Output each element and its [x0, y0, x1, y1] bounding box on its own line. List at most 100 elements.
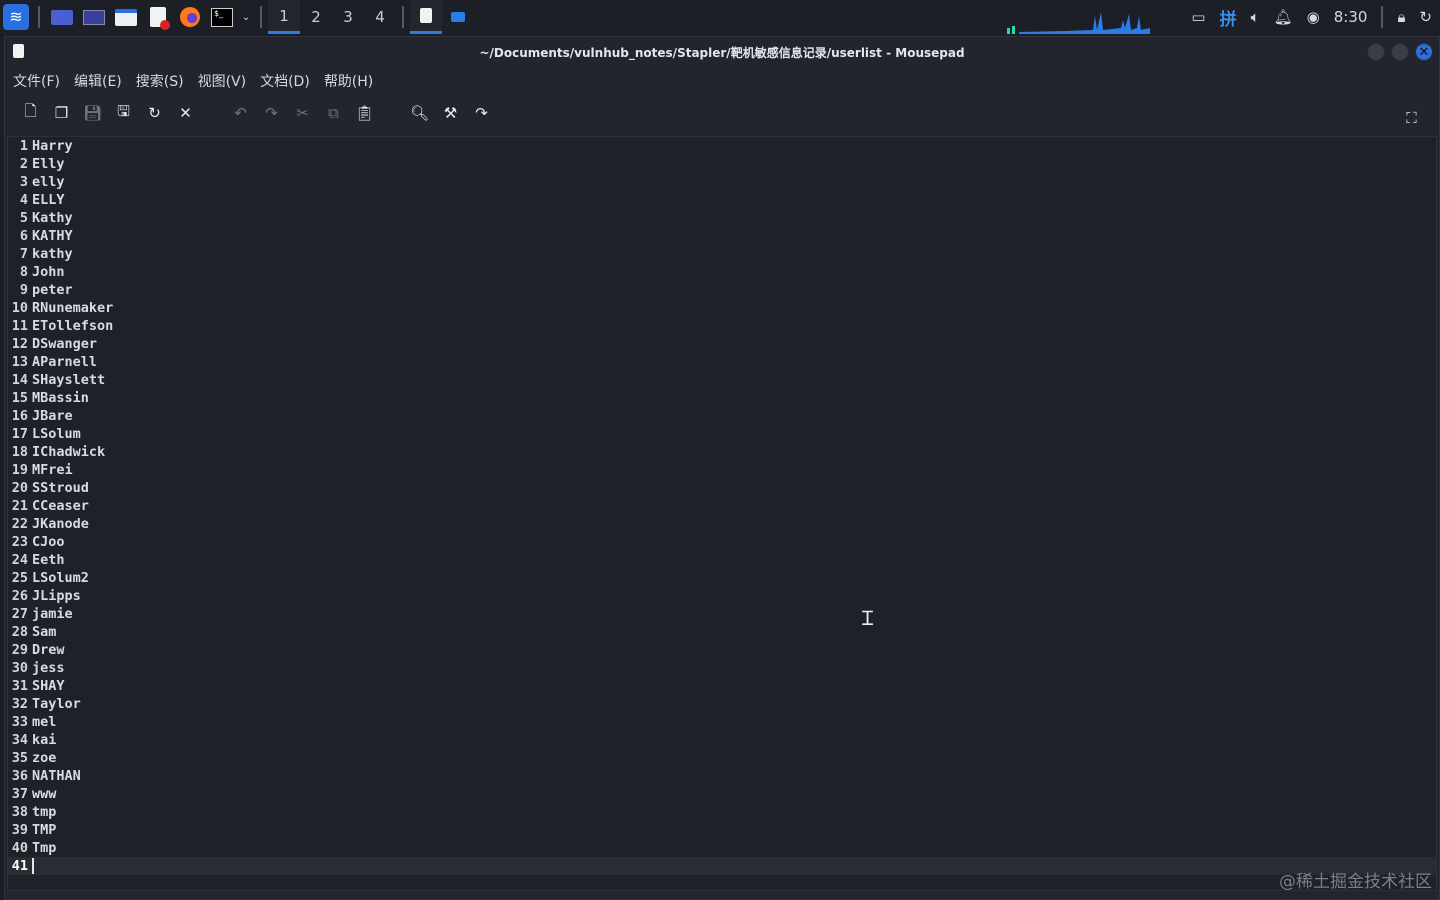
- logout-icon[interactable]: ↻: [1419, 8, 1432, 26]
- menu-help[interactable]: 帮助(H): [324, 71, 373, 91]
- menu-document[interactable]: 文档(D): [260, 71, 310, 91]
- show-desktop-icon[interactable]: [46, 0, 78, 34]
- find-replace-icon[interactable]: ⚒: [435, 98, 466, 128]
- editor-line[interactable]: 17 LSolum: [8, 425, 1436, 443]
- editor-line[interactable]: 2 Elly: [8, 155, 1436, 173]
- line-text[interactable]: IChadwick: [32, 443, 105, 461]
- editor-line[interactable]: 27 jamie: [8, 605, 1436, 623]
- editor-line[interactable]: 30 jess: [8, 659, 1436, 677]
- editor-line[interactable]: 1 Harry: [8, 137, 1436, 155]
- text-editor[interactable]: 1 Harry 2 Elly 3 elly 4 ELLY 5 Kathy 6 KATHY 7 kathy 8…: [7, 136, 1437, 891]
- editor-line[interactable]: 10 RNunemaker: [8, 299, 1436, 317]
- line-text[interactable]: MBassin: [32, 389, 89, 407]
- line-text[interactable]: jess: [32, 659, 65, 677]
- editor-line[interactable]: 40 Tmp: [8, 839, 1436, 857]
- save-as-icon[interactable]: 🖫: [108, 98, 139, 128]
- editor-line[interactable]: 11 ETollefson: [8, 317, 1436, 335]
- workspace-2[interactable]: 2: [300, 0, 332, 34]
- line-text[interactable]: jamie: [32, 605, 73, 623]
- line-text[interactable]: Sam: [32, 623, 56, 641]
- line-text[interactable]: RNunemaker: [32, 299, 113, 317]
- menu-edit[interactable]: 编辑(E): [74, 71, 122, 91]
- menu-search[interactable]: 搜索(S): [136, 71, 184, 91]
- line-text[interactable]: CJoo: [32, 533, 65, 551]
- search-icon[interactable]: 🔍︎: [404, 98, 435, 128]
- save-icon[interactable]: 💾︎: [77, 98, 108, 128]
- file-manager-icon[interactable]: [110, 0, 142, 34]
- copy-icon[interactable]: ⧉: [318, 98, 349, 128]
- task-file-manager[interactable]: [442, 0, 474, 34]
- line-text[interactable]: elly: [32, 173, 65, 191]
- editor-line[interactable]: 24 Eeth: [8, 551, 1436, 569]
- line-text[interactable]: ETollefson: [32, 317, 113, 335]
- fullscreen-icon[interactable]: ⛶: [1396, 103, 1427, 133]
- editor-line[interactable]: 15 MBassin: [8, 389, 1436, 407]
- close-document-icon[interactable]: ✕: [170, 98, 201, 128]
- line-text[interactable]: kathy: [32, 245, 73, 263]
- editor-line[interactable]: 29 Drew: [8, 641, 1436, 659]
- editor-line[interactable]: 8 John: [8, 263, 1436, 281]
- line-text[interactable]: KATHY: [32, 227, 73, 245]
- screenshot-icon[interactable]: [78, 0, 110, 34]
- line-text[interactable]: Tmp: [32, 839, 56, 857]
- editor-line[interactable]: 13 AParnell: [8, 353, 1436, 371]
- editor-line[interactable]: 5 Kathy: [8, 209, 1436, 227]
- line-text[interactable]: Drew: [32, 641, 65, 659]
- line-text[interactable]: NATHAN: [32, 767, 81, 785]
- clock[interactable]: 8:30: [1334, 8, 1368, 26]
- lock-icon[interactable]: 🔒︎: [1397, 8, 1405, 26]
- close-button[interactable]: ✕: [1415, 43, 1433, 61]
- line-text[interactable]: kai: [32, 731, 56, 749]
- editor-line[interactable]: 31 SHAY: [8, 677, 1436, 695]
- editor-line[interactable]: 41: [8, 857, 1436, 875]
- line-text[interactable]: JBare: [32, 407, 73, 425]
- line-text[interactable]: John: [32, 263, 65, 281]
- line-text[interactable]: ELLY: [32, 191, 65, 209]
- minimize-button[interactable]: [1367, 43, 1385, 61]
- editor-line[interactable]: 3 elly: [8, 173, 1436, 191]
- editor-line[interactable]: 38 tmp: [8, 803, 1436, 821]
- text-editor-icon[interactable]: [142, 0, 174, 34]
- line-text[interactable]: LSolum: [32, 425, 81, 443]
- task-mousepad[interactable]: [410, 0, 442, 34]
- kali-menu-icon[interactable]: ≋: [0, 0, 32, 34]
- line-text[interactable]: zoe: [32, 749, 56, 767]
- line-text[interactable]: peter: [32, 281, 73, 299]
- menu-view[interactable]: 视图(V): [198, 71, 247, 91]
- line-text[interactable]: DSwanger: [32, 335, 97, 353]
- editor-line[interactable]: 35 zoe: [8, 749, 1436, 767]
- editor-line[interactable]: 36 NATHAN: [8, 767, 1436, 785]
- editor-line[interactable]: 12 DSwanger: [8, 335, 1436, 353]
- editor-line[interactable]: 4 ELLY: [8, 191, 1436, 209]
- line-text[interactable]: MFrei: [32, 461, 73, 479]
- editor-line[interactable]: 23 CJoo: [8, 533, 1436, 551]
- editor-line[interactable]: 19 MFrei: [8, 461, 1436, 479]
- line-text[interactable]: AParnell: [32, 353, 97, 371]
- undo-icon[interactable]: ↶: [225, 98, 256, 128]
- editor-line[interactable]: 37 www: [8, 785, 1436, 803]
- editor-line[interactable]: 39 TMP: [8, 821, 1436, 839]
- line-text[interactable]: Harry: [32, 137, 73, 155]
- editor-line[interactable]: 7 kathy: [8, 245, 1436, 263]
- workspace-3[interactable]: 3: [332, 0, 364, 34]
- editor-line[interactable]: 32 Taylor: [8, 695, 1436, 713]
- line-text[interactable]: SHayslett: [32, 371, 105, 389]
- reload-icon[interactable]: ↻: [139, 98, 170, 128]
- chevron-down-icon[interactable]: ⌄: [238, 0, 254, 34]
- editor-line[interactable]: 26 JLipps: [8, 587, 1436, 605]
- line-text[interactable]: Elly: [32, 155, 65, 173]
- editor-line[interactable]: 9 peter: [8, 281, 1436, 299]
- menu-file[interactable]: 文件(F): [13, 71, 60, 91]
- maximize-button[interactable]: [1391, 43, 1409, 61]
- line-text[interactable]: JKanode: [32, 515, 89, 533]
- editor-line[interactable]: 34 kai: [8, 731, 1436, 749]
- line-text[interactable]: SHAY: [32, 677, 65, 695]
- volume-icon[interactable]: 🔈︎: [1251, 8, 1260, 26]
- editor-line[interactable]: 18 IChadwick: [8, 443, 1436, 461]
- editor-line[interactable]: 20 SStroud: [8, 479, 1436, 497]
- line-text[interactable]: Taylor: [32, 695, 81, 713]
- new-window-icon[interactable]: ❐: [46, 98, 77, 128]
- workspace-4[interactable]: 4: [364, 0, 396, 34]
- terminal-icon[interactable]: $_: [206, 0, 238, 34]
- firefox-icon[interactable]: [174, 0, 206, 34]
